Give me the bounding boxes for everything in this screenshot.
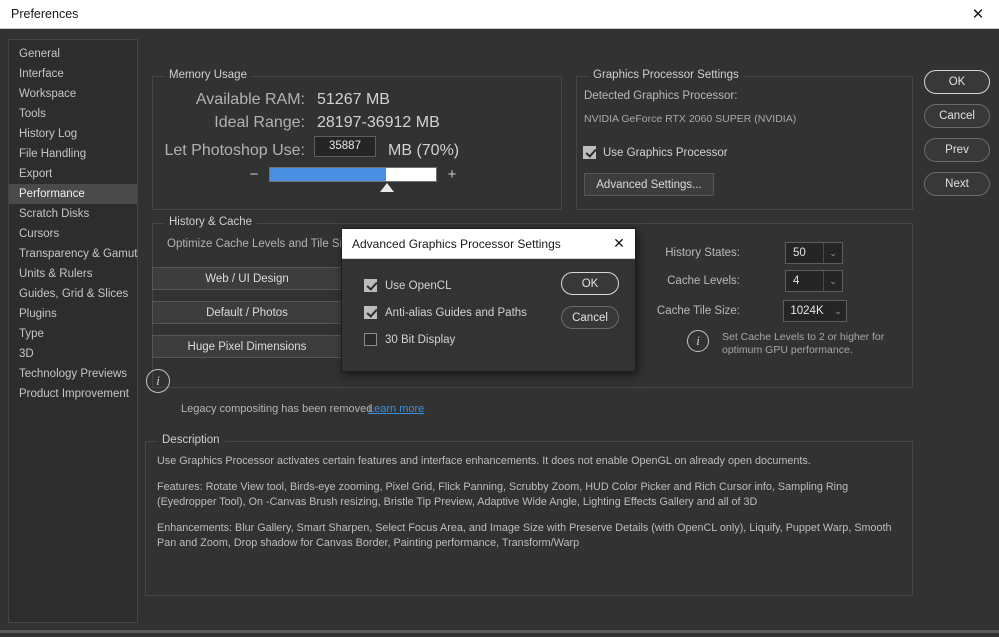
sidebar-item-tools[interactable]: Tools	[9, 104, 137, 124]
sidebar-item-general[interactable]: General	[9, 44, 137, 64]
slider-plus-icon[interactable]: +	[445, 167, 459, 182]
description-paragraph-2: Features: Rotate View tool, Birds-eye zo…	[157, 481, 849, 508]
cache-levels-combo[interactable]: 4 ⌄	[785, 270, 843, 292]
30-bit-display-checkbox[interactable]	[364, 333, 377, 346]
cache-tile-size-value: 1024K	[790, 305, 824, 317]
memory-usage-title: Memory Usage	[164, 69, 252, 81]
description-body: Use Graphics Processor activates certain…	[157, 454, 899, 562]
description-paragraph-3: Enhancements: Blur Gallery, Smart Sharpe…	[157, 522, 892, 549]
memory-slider[interactable]: − +	[247, 167, 462, 193]
legacy-compositing-notice: Legacy compositing has been removed	[181, 403, 373, 415]
sidebar-item-product-improvement[interactable]: Product Improvement	[9, 384, 137, 404]
preset-huge-pixel-dimensions-button[interactable]: Huge Pixel Dimensions	[152, 335, 342, 358]
window-titlebar: Preferences ✕	[0, 0, 999, 29]
preset-web-ui-design-button[interactable]: Web / UI Design	[152, 267, 342, 290]
use-opencl-checkbox-row[interactable]: Use OpenCL	[364, 279, 451, 292]
sidebar-item-type[interactable]: Type	[9, 324, 137, 344]
sidebar-item-units-rulers[interactable]: Units & Rulers	[9, 264, 137, 284]
cancel-button[interactable]: Cancel	[924, 104, 990, 128]
history-cache-title: History & Cache	[164, 216, 258, 228]
modal-titlebar: Advanced Graphics Processor Settings ✕	[342, 229, 635, 259]
sidebar-item-scratch-disks[interactable]: Scratch Disks	[9, 204, 137, 224]
history-states-label: History States:	[665, 247, 740, 259]
info-icon: i	[687, 330, 709, 352]
cache-levels-label: Cache Levels:	[667, 275, 740, 287]
detected-gpu-label: Detected Graphics Processor:	[584, 90, 738, 102]
modal-cancel-button[interactable]: Cancel	[561, 306, 619, 329]
sidebar-item-transparency-gamut[interactable]: Transparency & Gamut	[9, 244, 137, 264]
use-graphics-processor-label: Use Graphics Processor	[603, 146, 728, 159]
ok-button[interactable]: OK	[924, 70, 990, 94]
sidebar-item-workspace[interactable]: Workspace	[9, 84, 137, 104]
sidebar-item-performance[interactable]: Performance	[9, 184, 137, 204]
30-bit-display-label: 30 Bit Display	[385, 333, 456, 346]
chevron-down-icon[interactable]: ⌄	[823, 243, 842, 263]
history-states-value: 50	[793, 247, 806, 259]
sidebar-item-history-log[interactable]: History Log	[9, 124, 137, 144]
modal-close-icon[interactable]: ✕	[603, 229, 635, 258]
sidebar-item-guides-grid-slices[interactable]: Guides, Grid & Slices	[9, 284, 137, 304]
anti-alias-guides-checkbox-row[interactable]: Anti-alias Guides and Paths	[364, 306, 527, 319]
use-graphics-processor-checkbox-row[interactable]: Use Graphics Processor	[583, 146, 728, 159]
modal-title: Advanced Graphics Processor Settings	[352, 237, 561, 251]
slider-minus-icon[interactable]: −	[247, 167, 261, 182]
notice-info-icon: i	[146, 369, 170, 393]
sidebar-item-file-handling[interactable]: File Handling	[9, 144, 137, 164]
anti-alias-guides-checkbox[interactable]	[364, 306, 377, 319]
description-title: Description	[157, 434, 225, 446]
cache-levels-value: 4	[793, 275, 800, 287]
available-ram-label: Available RAM:	[195, 91, 305, 108]
dialog-body: General Interface Workspace Tools Histor…	[0, 29, 999, 633]
let-photoshop-use-suffix: MB (70%)	[388, 142, 460, 159]
history-states-combo[interactable]: 50 ⌄	[785, 242, 843, 264]
graphics-processor-title: Graphics Processor Settings	[588, 69, 744, 81]
learn-more-link[interactable]: Learn more	[368, 403, 424, 415]
description-group: Description Use Graphics Processor activ…	[145, 434, 913, 596]
next-button[interactable]: Next	[924, 172, 990, 196]
detected-gpu-name: NVIDIA GeForce RTX 2060 SUPER (NVIDIA)	[584, 113, 797, 125]
sidebar-item-export[interactable]: Export	[9, 164, 137, 184]
ideal-range-value: 28197-36912 MB	[317, 114, 440, 131]
use-opencl-label: Use OpenCL	[385, 279, 452, 292]
cache-info-line2: optimum GPU performance.	[722, 344, 853, 356]
sidebar-item-interface[interactable]: Interface	[9, 64, 137, 84]
ideal-range-label: Ideal Range:	[214, 114, 305, 131]
description-paragraph-1: Use Graphics Processor activates certain…	[157, 455, 811, 467]
cache-info-line1: Set Cache Levels to 2 or higher for	[722, 331, 885, 343]
slider-track[interactable]	[269, 167, 437, 182]
30-bit-display-checkbox-row[interactable]: 30 Bit Display	[364, 333, 455, 346]
prev-button[interactable]: Prev	[924, 138, 990, 162]
chevron-down-icon[interactable]: ⌄	[830, 301, 846, 321]
cache-info-text: Set Cache Levels to 2 or higher for opti…	[722, 331, 884, 357]
use-opencl-checkbox[interactable]	[364, 279, 377, 292]
cache-tile-size-combo[interactable]: 1024K ⌄	[783, 300, 847, 322]
sidebar-item-cursors[interactable]: Cursors	[9, 224, 137, 244]
sidebar-item-3d[interactable]: 3D	[9, 344, 137, 364]
advanced-settings-button[interactable]: Advanced Settings...	[584, 173, 714, 196]
sidebar-item-plugins[interactable]: Plugins	[9, 304, 137, 324]
chevron-down-icon[interactable]: ⌄	[823, 271, 842, 291]
advanced-graphics-processor-settings-dialog: Advanced Graphics Processor Settings ✕ U…	[341, 228, 636, 372]
close-icon[interactable]: ✕	[957, 0, 999, 28]
slider-thumb[interactable]	[379, 183, 394, 192]
preferences-category-list[interactable]: General Interface Workspace Tools Histor…	[8, 39, 138, 623]
modal-ok-button[interactable]: OK	[561, 272, 619, 295]
sidebar-item-technology-previews[interactable]: Technology Previews	[9, 364, 137, 384]
use-graphics-processor-checkbox[interactable]	[583, 146, 596, 159]
preset-default-photos-button[interactable]: Default / Photos	[152, 301, 342, 324]
let-photoshop-use-label: Let Photoshop Use:	[164, 142, 305, 159]
window-title: Preferences	[11, 7, 79, 21]
available-ram-value: 51267 MB	[317, 91, 390, 108]
anti-alias-guides-label: Anti-alias Guides and Paths	[385, 306, 527, 319]
let-photoshop-use-input[interactable]: 35887	[314, 136, 376, 157]
slider-fill	[270, 168, 387, 181]
